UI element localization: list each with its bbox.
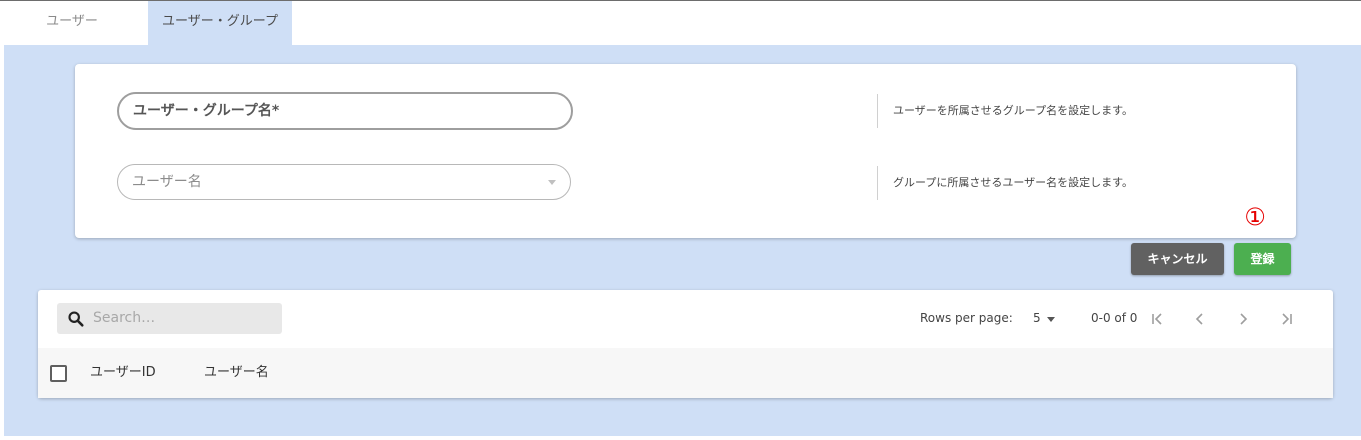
next-page-icon[interactable]	[1233, 309, 1253, 329]
prev-page-icon[interactable]	[1190, 309, 1210, 329]
table-header-row: ユーザーID ユーザー名	[38, 348, 1333, 398]
user-name-help-text: グループに所属させるユーザー名を設定します。	[893, 176, 1134, 189]
search-placeholder: Search…	[93, 310, 156, 326]
group-form-card: ユーザー・グループ名* ユーザーを所属させるグループ名を設定します。 ユーザー名…	[75, 64, 1296, 238]
dropdown-arrow-icon[interactable]	[548, 180, 556, 185]
column-header-user-id[interactable]: ユーザーID	[90, 348, 156, 398]
tab-users[interactable]: ユーザー	[22, 1, 122, 45]
rows-per-page-select[interactable]: 5	[1033, 303, 1041, 334]
help-divider	[877, 166, 878, 200]
last-page-icon[interactable]	[1276, 309, 1296, 329]
select-all-checkbox[interactable]	[50, 365, 67, 382]
search-input[interactable]: Search…	[57, 303, 282, 334]
pagination-range: 0-0 of 0	[1091, 311, 1138, 325]
tab-user-groups[interactable]: ユーザー・グループ	[148, 1, 292, 45]
rows-per-page-arrow-icon[interactable]	[1047, 317, 1055, 322]
tab-bar: ユーザー ユーザー・グループ	[0, 1, 1361, 45]
user-name-select[interactable]: ユーザー名	[117, 164, 571, 200]
user-table-card: Search… Rows per page: 5 0-0 of 0 ユーザーID…	[38, 290, 1333, 398]
search-icon	[68, 311, 84, 327]
register-button[interactable]: 登録	[1234, 243, 1291, 275]
first-page-icon[interactable]	[1148, 309, 1168, 329]
group-name-field[interactable]: ユーザー・グループ名*	[117, 92, 573, 130]
group-name-help-text: ユーザーを所属させるグループ名を設定します。	[893, 104, 1134, 117]
cancel-button[interactable]: キャンセル	[1131, 243, 1224, 275]
user-name-label: ユーザー名	[132, 174, 202, 190]
rows-per-page-label: Rows per page:	[920, 311, 1013, 325]
annotation-marker: ①	[1244, 203, 1266, 231]
help-divider	[877, 94, 878, 128]
column-header-user-name[interactable]: ユーザー名	[204, 348, 269, 398]
group-name-label: ユーザー・グループ名*	[133, 103, 280, 119]
bottom-edge	[0, 436, 1361, 440]
